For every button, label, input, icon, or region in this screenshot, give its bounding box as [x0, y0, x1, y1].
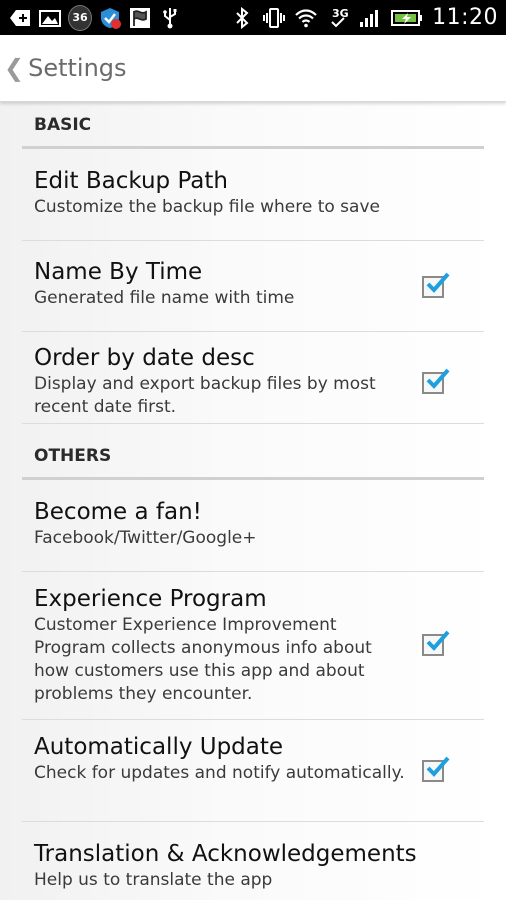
setting-subtitle: Customer Experience Improvement Program … — [34, 615, 372, 704]
checkmark-icon — [426, 756, 450, 777]
setting-title: Name By Time — [34, 259, 203, 285]
svg-text:3G: 3G — [332, 7, 349, 20]
bluetooth-icon — [230, 6, 254, 30]
clock: 11:20 — [432, 5, 498, 30]
setting-subtitle: Generated file name with time — [34, 288, 295, 308]
checkbox-automatically-update[interactable] — [422, 756, 450, 782]
badge-36-icon: 36 — [68, 4, 92, 31]
plus-icon — [8, 6, 32, 30]
setting-automatically-update[interactable]: Automatically Update Check for updates a… — [22, 720, 484, 822]
setting-experience-program[interactable]: Experience Program Customer Experience I… — [22, 572, 484, 720]
setting-translation-acknowledgements[interactable]: Translation & Acknowledgements Help us t… — [22, 822, 484, 900]
checkmark-icon — [426, 630, 450, 651]
setting-title: Translation & Acknowledgements — [34, 841, 417, 867]
setting-title: Become a fan! — [34, 499, 202, 525]
setting-subtitle: Customize the backup file where to save — [34, 197, 380, 217]
usb-icon — [158, 6, 182, 30]
setting-title: Experience Program — [34, 586, 267, 612]
shield-ad-icon — [98, 6, 122, 30]
checkmark-icon — [426, 368, 450, 389]
vibrate-icon — [262, 6, 286, 30]
setting-order-by-date-desc[interactable]: Order by date desc Display and export ba… — [22, 332, 484, 424]
setting-title: Edit Backup Path — [34, 168, 228, 194]
setting-edit-backup-path[interactable]: Edit Backup Path Customize the backup fi… — [22, 151, 484, 241]
flag-icon — [128, 6, 152, 30]
checkbox-experience-program[interactable] — [422, 630, 450, 656]
setting-subtitle: Help us to translate the app — [34, 870, 273, 890]
setting-name-by-time[interactable]: Name By Time Generated file name with ti… — [22, 241, 484, 332]
checkmark-icon — [426, 272, 450, 293]
battery-charging-icon — [390, 6, 424, 30]
setting-title: Automatically Update — [34, 734, 284, 760]
network-3g-icon: 3G — [326, 6, 350, 30]
section-header-basic: BASIC — [22, 115, 484, 149]
image-icon — [38, 6, 62, 30]
app-bar: ❮ Settings — [0, 35, 506, 102]
signal-icon — [358, 6, 382, 30]
page-title: Settings — [28, 54, 127, 82]
setting-subtitle: Check for updates and notify automatical… — [34, 763, 405, 783]
setting-subtitle: Display and export backup files by most … — [34, 374, 376, 417]
setting-subtitle: Facebook/Twitter/Google+ — [34, 528, 257, 548]
setting-title: Order by date desc — [34, 345, 255, 371]
wifi-icon — [294, 6, 318, 30]
checkbox-order-by-date-desc[interactable] — [422, 368, 450, 394]
back-chevron-icon[interactable]: ❮ — [4, 54, 24, 82]
settings-list[interactable]: BASIC Edit Backup Path Customize the bac… — [0, 101, 506, 900]
section-header-others: OTHERS — [22, 446, 484, 480]
checkbox-name-by-time[interactable] — [422, 272, 450, 298]
setting-become-a-fan[interactable]: Become a fan! Facebook/Twitter/Google+ — [22, 482, 484, 572]
status-bar: 36 3G 11:20 — [0, 0, 506, 35]
